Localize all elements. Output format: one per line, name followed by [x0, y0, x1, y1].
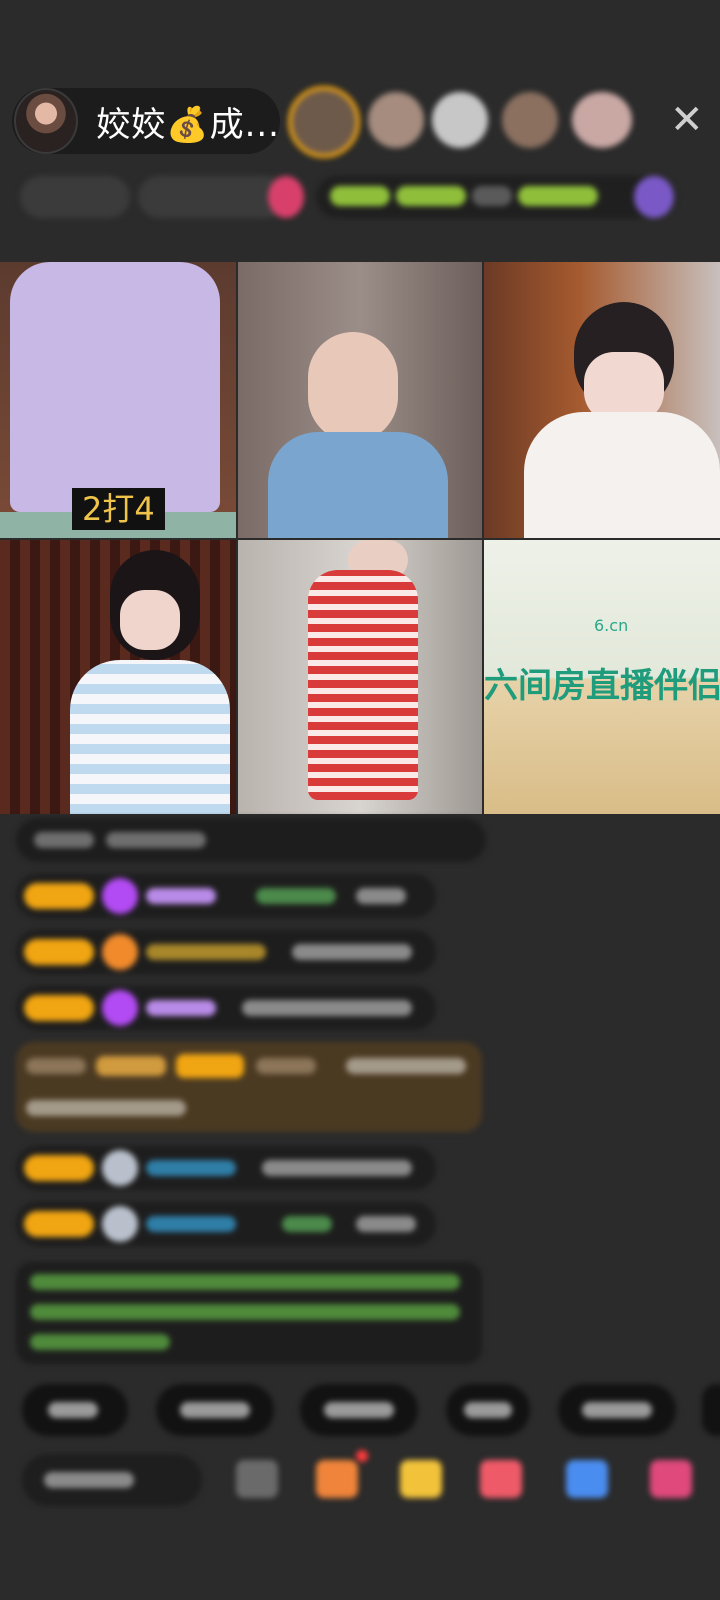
host-info-pill[interactable]: 姣姣💰成...: [12, 88, 280, 154]
battle-tag: 2打4: [72, 488, 165, 530]
top-viewer-avatar[interactable]: [288, 86, 360, 158]
quick-reply-tab[interactable]: [22, 1384, 128, 1436]
viewer-avatar[interactable]: [432, 92, 488, 148]
emoji-icon[interactable]: [236, 1460, 278, 1498]
promo-brand: 6.cn: [594, 616, 629, 635]
share-icon[interactable]: [566, 1460, 608, 1498]
host-name: 姣姣💰成...: [96, 104, 280, 145]
guest-video-1[interactable]: 2打4: [0, 262, 236, 538]
promo-title: 六间房直播伴侣: [484, 666, 720, 706]
quick-reply-tab[interactable]: [558, 1384, 676, 1436]
gift-icon[interactable]: [650, 1460, 692, 1498]
chat-message: [16, 1202, 436, 1246]
game-icon[interactable]: [480, 1460, 522, 1498]
viewer-avatar[interactable]: [502, 92, 558, 148]
quick-reply-tab[interactable]: [446, 1384, 530, 1436]
chat-message: [16, 930, 436, 974]
guest-video-4[interactable]: [0, 540, 236, 814]
system-highlight-message: [16, 1042, 482, 1132]
chat-message: [16, 818, 486, 862]
guest-video-6-promo[interactable]: 6.cn 六间房直播伴侣: [484, 540, 720, 814]
viewer-avatar[interactable]: [572, 92, 632, 148]
close-icon[interactable]: ✕: [670, 100, 704, 140]
room-info-row: [20, 172, 700, 222]
viewer-avatar[interactable]: [368, 92, 424, 148]
quick-reply-tab[interactable]: [300, 1384, 418, 1436]
quick-reply-tab[interactable]: [702, 1384, 720, 1436]
gift-box-icon[interactable]: [316, 1460, 358, 1498]
chat-message: [16, 1146, 436, 1190]
red-packet-icon[interactable]: [400, 1460, 442, 1498]
chat-input[interactable]: [22, 1454, 202, 1506]
system-announcement: [16, 1262, 482, 1364]
multi-guest-video-grid: 2打4 6.cn 六间房直播伴侣: [0, 262, 720, 814]
quick-reply-tab[interactable]: [156, 1384, 274, 1436]
guest-video-3[interactable]: [484, 262, 720, 538]
chat-message: [16, 874, 436, 918]
notification-dot: [356, 1450, 368, 1462]
chat-message: [16, 986, 436, 1030]
host-avatar[interactable]: [14, 88, 79, 154]
guest-video-5[interactable]: [238, 540, 482, 814]
guest-video-2[interactable]: [238, 262, 482, 538]
